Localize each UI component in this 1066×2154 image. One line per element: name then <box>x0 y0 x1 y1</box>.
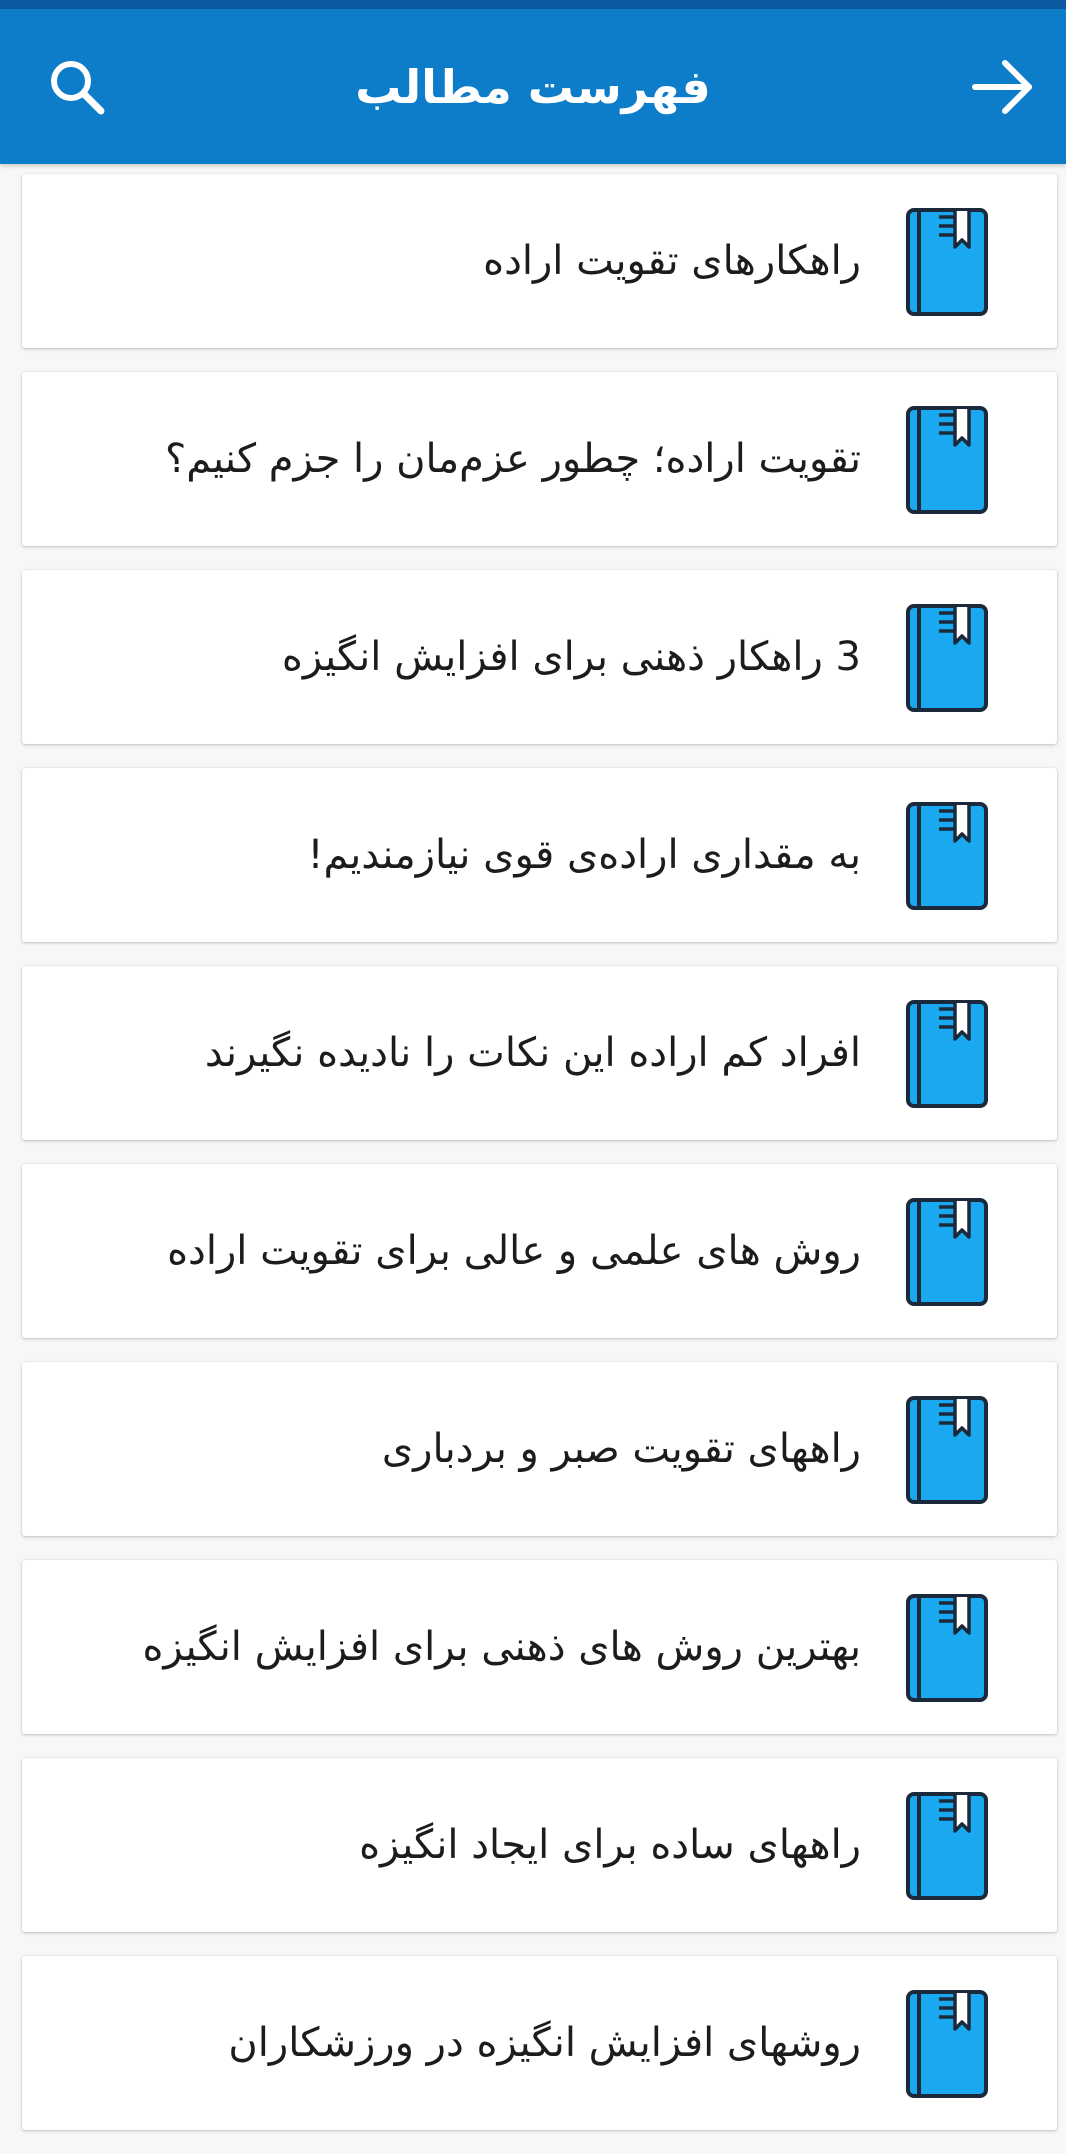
list-item[interactable]: افراد کم اراده این نکات را نادیده نگیرند <box>22 966 1057 1140</box>
list-item[interactable]: راههای تقویت صبر و بردباری <box>22 1362 1057 1536</box>
app-bar: فهرست مطالب <box>0 9 1066 164</box>
page-title: فهرست مطالب <box>355 59 711 114</box>
book-icon <box>905 207 989 317</box>
list-item-title: تقویت اراده؛ چطور عزم‌مان را جزم کنیم؟ <box>165 436 861 482</box>
list-item[interactable]: روش های علمی و عالی برای تقویت اراده <box>22 1164 1057 1338</box>
article-list: راهکارهای تقویت اراده تقویت اراده؛ چطور … <box>22 174 1057 2154</box>
book-icon <box>905 405 989 515</box>
list-item-title: راههای تقویت صبر و بردباری <box>381 1426 861 1472</box>
list-item[interactable]: راههای ساده برای ایجاد انگیزه <box>22 1758 1057 1932</box>
search-icon <box>51 60 105 114</box>
list-item-title: بهترین روش های ذهنی برای افزایش انگیزه <box>142 1624 861 1670</box>
book-icon <box>905 1989 989 2099</box>
list-item-title: روشهای افزایش انگیزه در ورزشکاران <box>228 2020 861 2066</box>
list-item[interactable]: راهکارهای تقویت اراده <box>22 174 1057 348</box>
list-item-title: روش های علمی و عالی برای تقویت اراده <box>167 1228 861 1274</box>
list-item[interactable]: بهترین روش های ذهنی برای افزایش انگیزه <box>22 1560 1057 1734</box>
book-icon <box>905 801 989 911</box>
book-icon <box>905 999 989 1109</box>
search-button[interactable] <box>22 9 132 164</box>
book-icon <box>905 1197 989 1307</box>
list-item[interactable]: روشهای افزایش انگیزه در ورزشکاران <box>22 1956 1057 2130</box>
list-item[interactable]: تقویت اراده؛ چطور عزم‌مان را جزم کنیم؟ <box>22 372 1057 546</box>
back-button[interactable] <box>948 9 1058 164</box>
status-strip <box>0 0 1066 9</box>
book-icon <box>905 1593 989 1703</box>
book-icon <box>905 603 989 713</box>
list-item-title: راههای ساده برای ایجاد انگیزه <box>359 1822 861 1868</box>
list-item-title: 3 راهکار ذهنی برای افزایش انگیزه <box>281 634 861 680</box>
book-icon <box>905 1791 989 1901</box>
list-item-title: افراد کم اراده این نکات را نادیده نگیرند <box>204 1030 861 1076</box>
list-item-title: راهکارهای تقویت اراده <box>483 238 861 284</box>
list-item[interactable]: 3 راهکار ذهنی برای افزایش انگیزه <box>22 570 1057 744</box>
list-item-title: به مقداری اراده‌ی قوی نیازمندیم! <box>307 832 861 878</box>
list-item[interactable]: به مقداری اراده‌ی قوی نیازمندیم! <box>22 768 1057 942</box>
book-icon <box>905 1395 989 1505</box>
arrow-right-icon <box>972 59 1032 114</box>
